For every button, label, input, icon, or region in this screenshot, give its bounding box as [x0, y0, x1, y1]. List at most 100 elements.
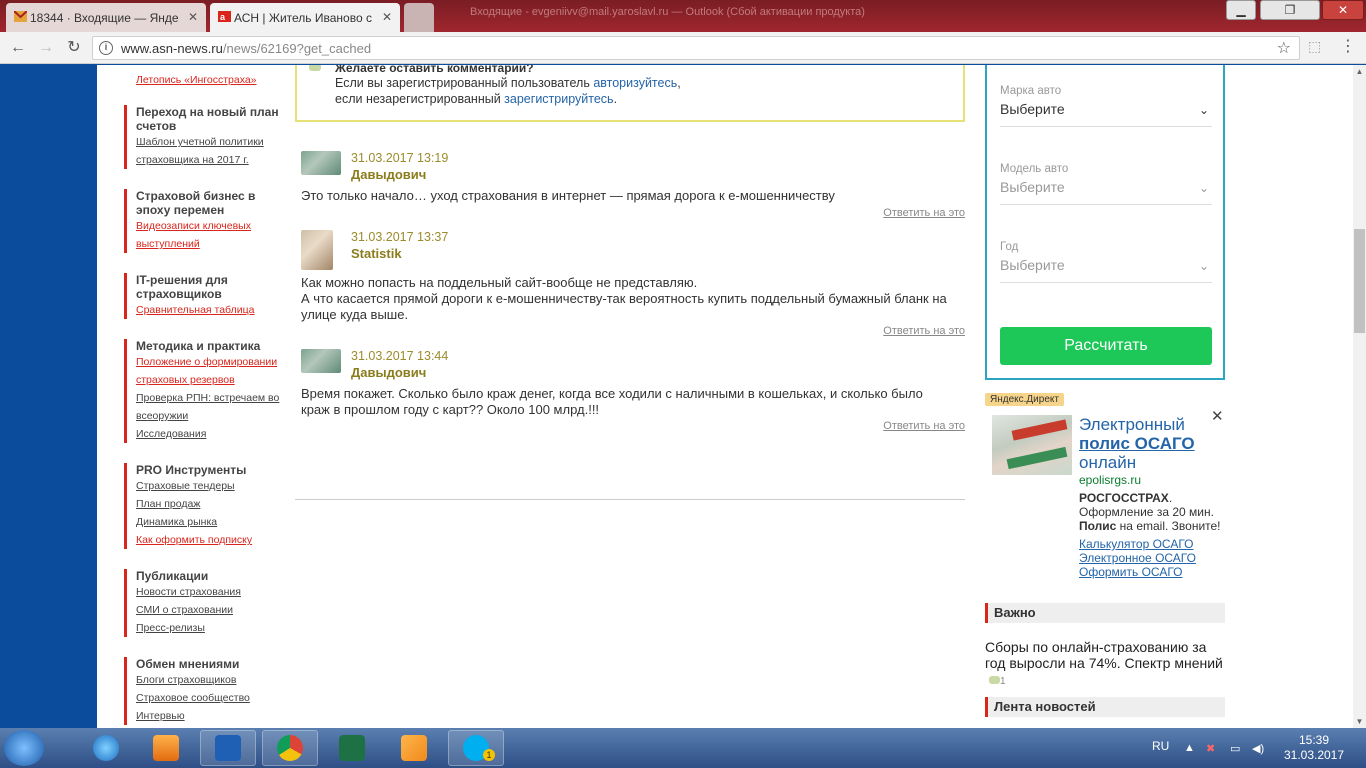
ad-sitelink[interactable]: Оформить ОСАГО: [1079, 565, 1196, 579]
sidebar-link[interactable]: Проверка РПН: встречаем во всеоружии: [136, 389, 284, 425]
scroll-down-icon[interactable]: ▼: [1353, 715, 1366, 728]
close-window-button[interactable]: ✕: [1322, 0, 1364, 20]
tab-label: 18344 · Входящие — Янде: [30, 10, 179, 25]
sidebar-link[interactable]: Страховое сообщество: [136, 689, 284, 707]
ad-domain[interactable]: epolisrgs.ru: [1079, 473, 1141, 487]
back-icon[interactable]: ←: [8, 38, 28, 58]
comment-author[interactable]: Давыдович: [351, 167, 426, 182]
app-icon[interactable]: [386, 730, 442, 766]
login-link[interactable]: авторизуйтесь: [593, 76, 677, 90]
avatar: [301, 230, 333, 270]
important-news-item[interactable]: Сборы по онлайн-страхованию за год вырос…: [985, 639, 1225, 690]
scroll-up-icon[interactable]: ▲: [1353, 65, 1366, 78]
avatar: [301, 349, 341, 373]
start-button[interactable]: [4, 730, 44, 766]
language-indicator[interactable]: RU: [1152, 739, 1169, 753]
car-brand-select[interactable]: Выберите ⌄: [1000, 101, 1212, 127]
comment-prompt-box: Желаете оставить комментарий? Если вы за…: [295, 65, 965, 122]
ad-sitelink[interactable]: Калькулятор ОСАГО: [1079, 537, 1196, 551]
yandex-direct-badge: Яндекс.Директ: [985, 393, 1064, 406]
sidebar-link[interactable]: Страховые тендеры: [136, 477, 284, 495]
register-link[interactable]: зарегистрируйтесь: [504, 92, 613, 106]
reply-link[interactable]: Ответить на это: [883, 420, 965, 432]
sidebar-group-accounting: Переход на новый план счетов Шаблон учет…: [124, 105, 284, 169]
menu-icon[interactable]: ⋮: [1340, 36, 1356, 56]
sidebar-group-title: PRO Инструменты: [136, 463, 247, 477]
car-model-select[interactable]: Выберите ⌄: [1000, 179, 1212, 205]
comment-date: 31.03.2017 13:37: [351, 230, 449, 244]
comment-text: Как можно попасть на поддельный сайт-воо…: [301, 275, 947, 322]
sidebar-link[interactable]: Динамика рынка: [136, 513, 284, 531]
clock[interactable]: 15:39 31.03.2017: [1276, 733, 1352, 763]
pdf-extension-icon[interactable]: ⬚: [1308, 38, 1321, 55]
comment-text: Это только начало… уход страхования в ин…: [301, 188, 835, 203]
sidebar-group-title: Публикации: [136, 569, 209, 583]
address-bar: ← → ↻ i www.asn-news.ru/news/62169?get_c…: [0, 32, 1366, 64]
ie-icon[interactable]: [78, 730, 134, 766]
chevron-down-icon: ⌄: [1198, 259, 1209, 273]
close-icon[interactable]: ✕: [382, 10, 392, 24]
tab-asn[interactable]: a АСН | Житель Иваново с ✕: [210, 3, 400, 32]
asn-logo-icon: a: [218, 11, 231, 22]
bookmark-star-icon[interactable]: ☆: [1277, 38, 1291, 58]
sidebar-link[interactable]: План продаж: [136, 495, 284, 513]
important-heading: Важно: [985, 603, 1225, 623]
sidebar-link[interactable]: Видеозаписи ключевых выступлений: [136, 217, 284, 253]
excel-icon[interactable]: [324, 730, 380, 766]
ad-sitelink[interactable]: Электронное ОСАГО: [1079, 551, 1196, 565]
sidebar-link[interactable]: Блоги страховщиков: [136, 671, 284, 689]
outlook-icon[interactable]: [200, 730, 256, 766]
restore-button[interactable]: ❐: [1260, 0, 1320, 20]
chrome-icon[interactable]: [262, 730, 318, 766]
comment-count: 1: [1000, 676, 1006, 687]
volume-icon[interactable]: ◀): [1252, 742, 1264, 755]
sidebar-group-publications: Публикации Новости страхования СМИ о стр…: [124, 569, 284, 637]
field-label: Год: [1000, 241, 1019, 253]
sidebar-link[interactable]: Шаблон учетной политики страховщика на 2…: [136, 133, 284, 169]
info-icon[interactable]: i: [99, 41, 113, 55]
sidebar-link[interactable]: Положение о формировании страховых резер…: [136, 353, 284, 389]
new-tab-button[interactable]: [404, 3, 434, 32]
car-brand-field: Марка авто Выберите ⌄: [1000, 85, 1212, 127]
ad-image[interactable]: [992, 415, 1072, 475]
url-text: www.asn-news.ru/news/62169?get_cached: [121, 41, 372, 56]
close-icon[interactable]: ✕: [188, 10, 198, 24]
browser-tab-strip: 18344 · Входящие — Янде ✕ a АСН | Житель…: [0, 0, 1366, 32]
comment-prompt-title: Желаете оставить комментарий?: [335, 65, 534, 75]
network-alert-icon[interactable]: ✖: [1206, 742, 1215, 755]
comment-prompt-line2: если незарегистрированный зарегистрируйт…: [335, 92, 618, 106]
sidebar-link-ingosstrakh[interactable]: Летопись «Ингосстраха»: [136, 71, 257, 89]
forward-icon[interactable]: →: [36, 38, 56, 58]
network-icon[interactable]: ▭: [1230, 742, 1240, 755]
media-player-icon[interactable]: [138, 730, 194, 766]
tab-inbox[interactable]: 18344 · Входящие — Янде ✕: [6, 3, 206, 32]
news-feed-heading: Лента новостей: [985, 697, 1225, 717]
comment-author[interactable]: Statistik: [351, 246, 402, 261]
sidebar-link[interactable]: Интервью: [136, 707, 284, 725]
field-label: Марка авто: [1000, 85, 1062, 97]
scroll-thumb[interactable]: [1354, 229, 1365, 333]
car-year-select[interactable]: Выберите ⌄: [1000, 257, 1212, 283]
tray-arrow-icon[interactable]: ▲: [1184, 742, 1195, 754]
reply-link[interactable]: Ответить на это: [883, 325, 965, 337]
reply-link[interactable]: Ответить на это: [883, 207, 965, 219]
calculate-button[interactable]: Рассчитать: [1000, 327, 1212, 365]
skype-icon[interactable]: 1: [448, 730, 504, 766]
comment-author[interactable]: Давыдович: [351, 365, 426, 380]
sidebar-link[interactable]: СМИ о страховании: [136, 601, 284, 619]
sidebar-link[interactable]: Как оформить подписку: [136, 531, 284, 549]
chevron-down-icon: ⌄: [1198, 103, 1209, 117]
car-model-field: Модель авто Выберите ⌄: [1000, 163, 1212, 205]
sidebar-link[interactable]: Исследования: [136, 425, 284, 443]
sidebar-link[interactable]: Новости страхования: [136, 583, 284, 601]
ad-title[interactable]: Электронный полис ОСАГО онлайн: [1079, 415, 1229, 472]
minimize-button[interactable]: ▁: [1226, 0, 1256, 20]
sidebar-link[interactable]: Пресс-релизы: [136, 619, 284, 637]
url-input[interactable]: i www.asn-news.ru/news/62169?get_cached …: [92, 36, 1300, 60]
reload-icon[interactable]: ↻: [64, 38, 84, 58]
sidebar-group-pro-tools: PRO Инструменты Страховые тендеры План п…: [124, 463, 284, 549]
sidebar-link[interactable]: Сравнительная таблица: [136, 301, 284, 319]
page-scrollbar[interactable]: ▲ ▼: [1353, 65, 1366, 728]
sidebar-group-it: IT-решения для страховщиков Сравнительна…: [124, 273, 284, 319]
sidebar-group-title: Обмен мнениями: [136, 657, 240, 671]
